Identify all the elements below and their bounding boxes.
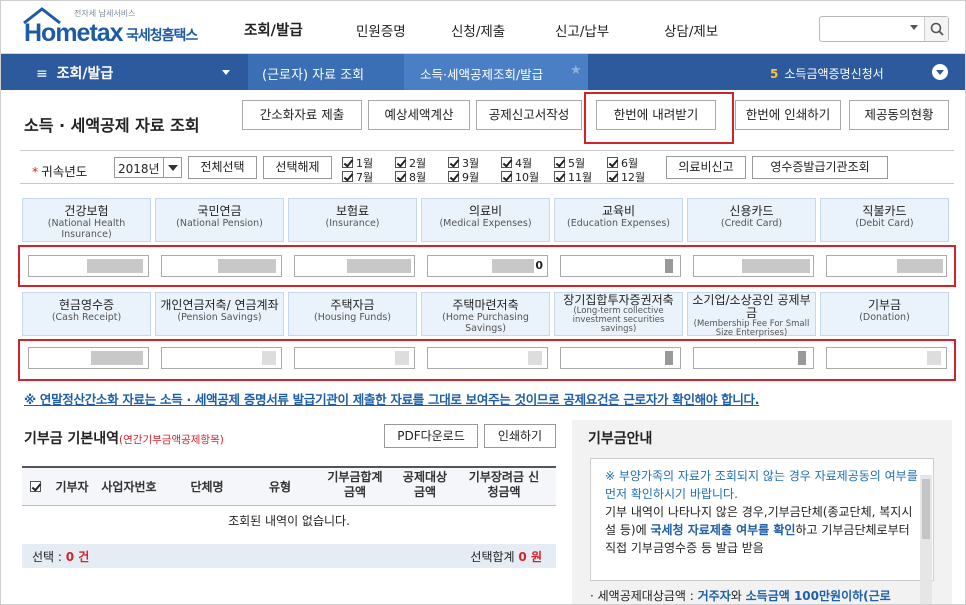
chevron-down-icon[interactable] <box>910 25 918 30</box>
card-health-insurance[interactable]: 건강보험 (National Health Insurance) <box>22 198 151 242</box>
menu-label: 조회/발급 <box>56 66 114 82</box>
gnb-inquiry[interactable]: 조회/발급 <box>244 19 303 40</box>
deselect-button[interactable]: 선택해제 <box>263 156 332 179</box>
chevron-down-icon <box>163 158 181 177</box>
col-total-amount: 기부금합계 금액 <box>327 470 383 499</box>
card-housing-funds[interactable]: 주택자금 (Housing Funds) <box>288 292 417 336</box>
card-long-term-investment[interactable]: 장기집합투자증권저축 (Long-term collective investme… <box>554 292 683 336</box>
month-checkbox-12[interactable]: 12월 <box>607 169 645 185</box>
card-cash-receipt[interactable]: 현금영수증 (Cash Receipt) <box>22 292 151 336</box>
col-business-number: 사업자번호 <box>101 480 157 494</box>
recent-menu-label: 소득금액증명신청서 <box>784 67 884 81</box>
gnb-report[interactable]: 신고/납부 <box>555 20 609 40</box>
month-checkbox-7[interactable]: 7월 <box>342 169 373 185</box>
card-home-purchase-savings[interactable]: 주택마련저축 (Home Purchasing Savings) <box>421 292 550 336</box>
card-national-pension[interactable]: 국민연금 (National Pension) <box>155 198 284 242</box>
guide-title: 기부금안내 <box>588 431 653 447</box>
highlight-box-row1 <box>18 245 956 287</box>
col-organization: 단체명 <box>190 480 224 494</box>
logo-brand: Hometax <box>24 19 124 47</box>
card-small-business-fund[interactable]: 소기업/소상공인 공제부금 (Membership Fee For Small S… <box>687 292 816 338</box>
card-education[interactable]: 교육비 (Education Expenses) <box>554 198 683 242</box>
card-insurance[interactable]: 보험료 (Insurance) <box>288 198 417 242</box>
gnb-certificate[interactable]: 민원증명 <box>356 20 406 40</box>
circle-chevron-down-icon[interactable] <box>932 64 948 80</box>
donation-section-title: 기부금 기본내역(연간기부금액공제항목) <box>24 431 224 447</box>
gnb-application[interactable]: 신청/제출 <box>451 20 505 40</box>
hometax-logo[interactable]: 전자세 납세서비스 Hometax 국세청홈택스 <box>22 7 202 47</box>
recent-number: 5 <box>770 67 779 81</box>
card-medical[interactable]: 의료비 (Medical Expenses) <box>421 198 550 242</box>
empty-message: 조회된 내역이 없습니다. <box>228 514 350 528</box>
menu-toggle[interactable]: ≡ 조회/발급 <box>36 63 113 83</box>
recent-menu[interactable]: 5 소득금액증명신청서 <box>588 54 966 90</box>
breadcrumb-worker[interactable]: (근로자) 자료 조회 <box>248 54 404 90</box>
month-checkbox-8[interactable]: 8월 <box>395 169 426 185</box>
simplified-data-submit-button[interactable]: 간소화자료 제출 <box>242 100 362 130</box>
estimated-tax-button[interactable]: 예상세액계산 <box>368 100 470 130</box>
card-credit-card[interactable]: 신용카드 (Credit Card) <box>687 198 816 242</box>
col-type: 유형 <box>268 480 292 494</box>
guide-box: ※ 부양가족의 자료가 조회되지 않는 경우 자료제공동의 여부를 먼저 확인하… <box>590 458 934 581</box>
select-all-checkbox[interactable] <box>30 480 44 495</box>
gnb-consult[interactable]: 상담/제보 <box>664 20 718 40</box>
year-select[interactable]: 2018년 <box>114 157 182 178</box>
card-pension-savings[interactable]: 개인연금저축/ 연금계좌 (Pension Savings) <box>155 292 284 336</box>
donation-table-header: 기부자 사업자번호 단체명 유형 기부금합계 금액 공제대상 금액 기부장려금 … <box>22 466 556 506</box>
menu-dropdown-icon[interactable] <box>222 70 230 75</box>
consent-status-button[interactable]: 제공동의현황 <box>849 100 949 130</box>
month-checkbox-10[interactable]: 10월 <box>501 169 539 185</box>
page-title: 소득 · 세액공제 자료 조회 <box>24 116 200 135</box>
filter-row: * 귀속년도 2018년 전체선택 선택해제 1월 2월 3월 4월 5월 6월 … <box>20 150 954 184</box>
selection-count: 선택 : 0 건 <box>32 550 90 564</box>
breadcrumb-current[interactable]: 소득·세액공제조회/발급 <box>404 54 588 90</box>
search-icon <box>930 22 944 36</box>
logo-korean-name: 국세청홈택스 <box>126 28 198 44</box>
top-header: 전자세 납세서비스 Hometax 국세청홈택스 조회/발급 민원증명 신청/제… <box>0 0 966 54</box>
month-checkbox-11[interactable]: 11월 <box>554 169 592 185</box>
summary-row: 선택 : 0 건 선택합계 0 원 <box>22 544 556 568</box>
donation-guide-panel: 기부금안내 ※ 부양가족의 자료가 조회되지 않는 경우 자료제공동의 여부를 … <box>572 420 952 605</box>
month-checkbox-9[interactable]: 9월 <box>448 169 479 185</box>
search-button[interactable] <box>924 17 948 41</box>
card-debit-card[interactable]: 직불카드 (Debit Card) <box>820 198 949 242</box>
col-incentive-amount: 기부장려금 신청금액 <box>468 470 540 499</box>
guide-deduction-line: · 세액공제대상금액 : 거주자와 소득금액 100만원이하(근로 <box>590 589 891 603</box>
highlight-box-download <box>584 92 734 144</box>
col-deductible-amount: 공제대상 금액 <box>402 470 448 499</box>
deduction-form-button[interactable]: 공제신고서작성 <box>476 100 582 130</box>
col-donor: 기부자 <box>55 480 89 494</box>
navigation-bar: ≡ 조회/발급 (근로자) 자료 조회 소득·세액공제조회/발급 ★ 5 소득금액… <box>0 54 966 90</box>
card-donation[interactable]: 기부금 (Donation) <box>820 292 949 336</box>
guide-note: ※ 부양가족의 자료가 조회되지 않는 경우 자료제공동의 여부를 먼저 확인하… <box>605 469 918 501</box>
logo-small-text: 전자세 납세서비스 <box>74 9 136 18</box>
highlight-box-row2 <box>18 339 956 381</box>
guide-scrollbar[interactable] <box>920 475 932 605</box>
receipt-issuer-button[interactable]: 영수증발급기관조회 <box>752 156 888 179</box>
year-label: * 귀속년도 <box>32 164 88 179</box>
guide-text: 기부 내역이 나타나지 않은 경우,기부금단체(종교단체, 복지시설 등)에 국… <box>605 505 913 555</box>
selection-total: 선택합계 0 원 <box>470 550 542 564</box>
pdf-download-button[interactable]: PDF다운로드 <box>384 424 478 448</box>
print-all-button[interactable]: 한번에 인쇄하기 <box>735 100 841 130</box>
disclaimer-notice: ※ 연말정산간소화 자료는 소득 · 세액공제 증명서류 발급기관이 제출한 자… <box>24 392 760 407</box>
medical-report-button[interactable]: 의료비신고 <box>666 156 746 179</box>
search-input[interactable] <box>819 16 949 42</box>
print-button[interactable]: 인쇄하기 <box>484 424 556 448</box>
favorite-star-icon[interactable]: ★ <box>570 63 582 78</box>
select-all-button[interactable]: 전체선택 <box>188 156 257 179</box>
